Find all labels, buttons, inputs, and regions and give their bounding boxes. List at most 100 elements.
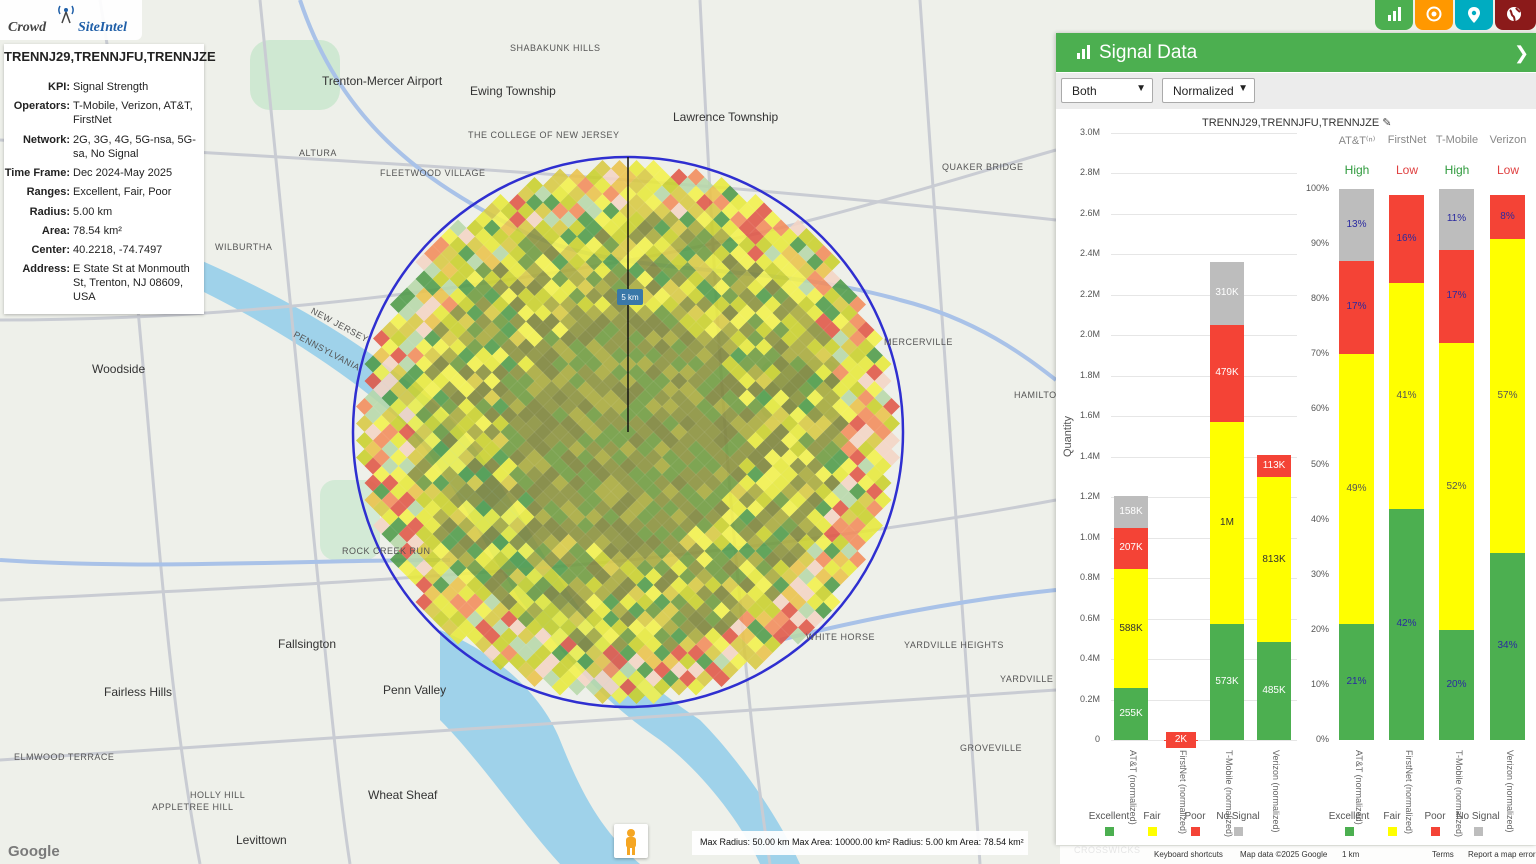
y-tick-label: 30%	[1310, 568, 1329, 579]
target-button[interactable]	[1415, 0, 1453, 30]
place-label: MERCERVILLE	[884, 337, 953, 347]
place-label: WILBURTHA	[215, 242, 273, 252]
y-tick-label: 0	[1094, 734, 1100, 744]
chart-title: TRENNJ29,TRENNJFU,TRENNJZE ✎	[1202, 116, 1392, 129]
data-label: 113K	[1259, 457, 1289, 474]
info-row-value: Signal Strength	[73, 81, 149, 93]
info-card-title: TRENNJ29,TRENNJFU,TRENNJZE	[4, 49, 216, 64]
map-data-text: Map data ©2025 Google	[1240, 850, 1328, 859]
data-label: 207K	[1116, 540, 1146, 557]
place-label: ALTURA	[299, 148, 337, 158]
place-label: Wheat Sheaf	[368, 788, 438, 802]
place-label: Fairless Hills	[104, 685, 173, 699]
panel-controls: Both ▼ Normalized ▼	[1056, 73, 1536, 109]
x-category-label: FirstNet (normalized)	[1178, 750, 1188, 835]
report-error-link[interactable]: Report a map error	[1468, 850, 1536, 859]
data-label: 485K	[1259, 682, 1289, 699]
x-category-label: AT&T (normalized)	[1128, 750, 1138, 825]
place-label: Lawrence Township	[673, 110, 779, 124]
data-label: 8%	[1500, 210, 1515, 222]
data-label: 11%	[1446, 213, 1467, 225]
x-category-label: AT&T (normalized)	[1354, 750, 1364, 825]
legend-swatch	[1344, 827, 1354, 836]
chart-button[interactable]	[1375, 0, 1413, 30]
data-label: 52%	[1446, 480, 1467, 492]
map-pin-icon	[1468, 7, 1480, 23]
place-label: SHABAKUNK HILLS	[510, 43, 601, 53]
legend-swatch	[1147, 827, 1157, 836]
data-label: 2K	[1166, 731, 1196, 748]
place-label: Fallsington	[278, 637, 337, 651]
y-tick-label: 1.8M	[1079, 369, 1100, 380]
place-label: YARDVILLE HEIGHTS	[904, 640, 1004, 650]
place-label: APPLETREE HILL	[152, 802, 234, 812]
y-tick-label: 0.8M	[1079, 572, 1100, 583]
info-row-value: Excellent, Fair, Poor	[73, 186, 172, 198]
chevron-right-icon[interactable]: ❯	[1514, 43, 1529, 64]
legend-item[interactable]: No Signal	[1213, 811, 1263, 836]
y-tick-label: 0.4M	[1079, 653, 1100, 664]
place-label: GROVEVILLE	[960, 743, 1023, 753]
y-tick-label: 50%	[1310, 458, 1329, 469]
panel-header: Signal Data ❯	[1056, 33, 1536, 72]
legend-swatch	[1233, 827, 1243, 836]
x-category-label: T-Mobile (normalized)	[1454, 750, 1464, 838]
place-label: Levittown	[236, 833, 287, 847]
globe-icon	[1507, 7, 1521, 22]
info-row-value: 2G, 3G, 4G, 5G-nsa, 5G-sa, No Signal	[73, 134, 196, 160]
gridline	[1111, 213, 1297, 215]
y-tick-label: 0.2M	[1079, 693, 1100, 704]
legend-item[interactable]: No Signal	[1453, 811, 1503, 836]
y-tick-label: 2.2M	[1079, 288, 1100, 299]
operator-header: Verizon	[1489, 134, 1527, 146]
y-tick-label: 40%	[1310, 513, 1329, 524]
chevron-down-icon: ▼	[1136, 83, 1146, 94]
pegman-icon	[626, 829, 636, 855]
location-button[interactable]	[1455, 0, 1493, 30]
data-label: 20%	[1446, 678, 1467, 690]
terms-link[interactable]: Terms	[1432, 850, 1454, 859]
data-label: 17%	[1346, 301, 1367, 313]
gridline	[1111, 173, 1297, 175]
mode-select-value: Both	[1072, 84, 1097, 98]
chevron-down-icon: ▼	[1238, 83, 1248, 94]
gridline	[1111, 294, 1297, 296]
chart-title-text: TRENNJ29,TRENNJFU,TRENNJZE	[1202, 117, 1380, 129]
gridline	[1111, 254, 1297, 256]
scale-label: 5 km	[621, 293, 639, 302]
data-label: 49%	[1346, 483, 1367, 495]
data-label: 41%	[1396, 389, 1417, 401]
gridline	[1111, 740, 1297, 741]
scale-select[interactable]: Normalized ▼	[1162, 78, 1255, 103]
info-row-value: E State St at Monmouth St, Trenton, NJ 0…	[73, 263, 190, 303]
y-tick-label: 60%	[1310, 403, 1329, 414]
place-label: QUAKER BRIDGE	[942, 162, 1024, 172]
info-row-key: Operators:	[13, 100, 70, 112]
street-view-pegman[interactable]	[614, 824, 648, 858]
y-tick-label: 20%	[1310, 623, 1329, 634]
gridline	[1111, 133, 1297, 134]
y-tick-label: 1.2M	[1079, 491, 1100, 502]
gridline	[1111, 375, 1297, 377]
edit-pencil-icon[interactable]: ✎	[1382, 117, 1391, 129]
y-axis-label: Quantity	[1062, 416, 1074, 457]
info-row-value: 40.2218, -74.7497	[73, 244, 163, 256]
antenna-icon	[58, 5, 74, 24]
y-tick-label: 0%	[1315, 734, 1329, 744]
map-attribution: Keyboard shortcuts Map data ©2025 Google…	[1060, 846, 1536, 864]
globe-button[interactable]	[1495, 0, 1536, 30]
logo-text-crowd: Crowd	[8, 20, 47, 35]
operator-rating: Low	[1496, 163, 1519, 177]
operator-header: FirstNet	[1387, 134, 1427, 146]
place-label: FLEETWOOD VILLAGE	[380, 168, 486, 178]
y-tick-label: 70%	[1310, 348, 1329, 359]
operator-header: T-Mobile	[1435, 134, 1479, 146]
data-label: 57%	[1497, 389, 1518, 401]
place-label: ROCK CREEK RUN	[342, 546, 431, 556]
info-row-key: KPI:	[48, 81, 70, 93]
data-label: 21%	[1346, 676, 1367, 688]
app-logo[interactable]: Crowd SiteIntel	[0, 0, 142, 40]
mode-select[interactable]: Both ▼	[1061, 78, 1153, 103]
y-tick-label: 0.6M	[1079, 612, 1100, 623]
keyboard-shortcuts-link[interactable]: Keyboard shortcuts	[1154, 850, 1223, 859]
